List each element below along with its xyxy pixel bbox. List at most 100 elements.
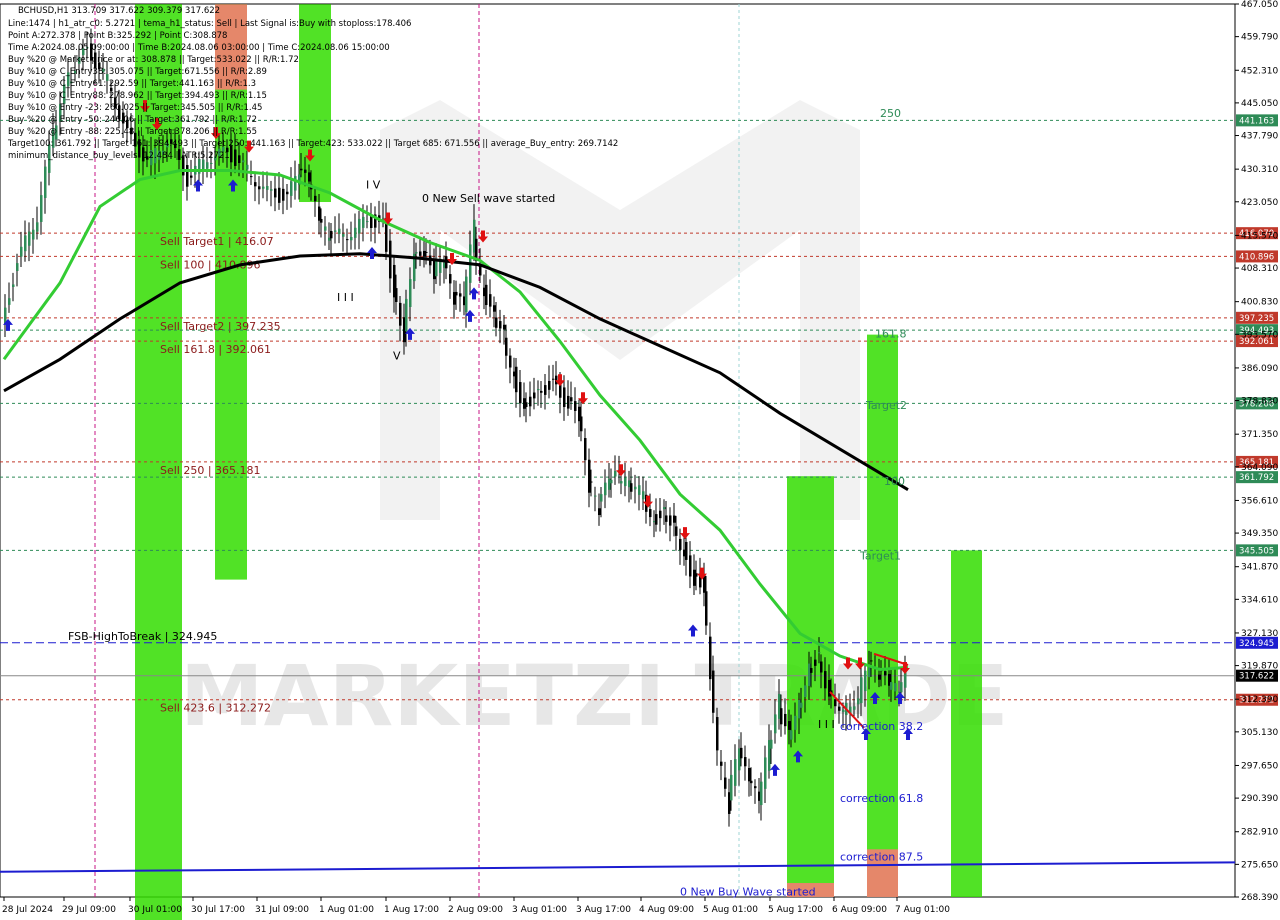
level-badge-text-7: 361.792 [1239,473,1274,483]
candle-body [278,187,281,203]
highlight-band-8 [951,550,982,897]
candle-body [620,481,623,484]
candle-body [857,698,860,705]
candle-body [788,721,791,730]
level-label-2: Sell Target2 | 397.235 [160,320,281,333]
candle-body [709,636,712,680]
annotation-4: Target1 [859,549,901,562]
candle-body [282,188,285,201]
candle-body [800,702,803,708]
annotation-9: 0 New Buy Wave started [680,886,816,899]
info-line-6: Buy %10 @ C_Entry88: 278.962 || Target:3… [8,91,267,101]
x-tick-label-4: 31 Jul 09:00 [255,905,309,915]
candle-body [314,195,317,202]
y-tick-label-2: 452.310 [1241,66,1278,76]
annotation-5: correction 38.2 [840,720,923,733]
candle-body [423,250,426,257]
candle-body [669,515,672,526]
candle-body [838,706,841,711]
x-tick-label-8: 3 Aug 01:00 [512,905,567,915]
info-line-5: Buy %10 @ C_Entry61: 292.59 || Target:44… [8,79,256,89]
candle-body [24,235,27,252]
candle-body [495,317,498,328]
y-tick-label-13: 371.350 [1241,430,1278,440]
candle-body [675,526,678,536]
candle-body [790,730,793,740]
x-tick-label-1: 29 Jul 09:00 [62,905,116,915]
candle-body [594,495,597,497]
x-tick-label-10: 4 Aug 09:00 [639,905,694,915]
candle-body [574,401,577,411]
candle-body [814,659,817,666]
candle-body [28,231,31,246]
candle-body [820,661,823,673]
candle-body [693,569,696,586]
candle-body [614,471,617,477]
candle-body [842,709,845,713]
price-chart[interactable]: MARKETZI TRADESell Target1 | 416.07416.0… [0,0,1280,920]
candle-body [890,682,893,690]
candle-body [324,226,327,231]
candle-body [529,396,532,407]
level-badge-text-12: 441.163 [1239,116,1274,126]
candle-body [705,591,708,626]
info-line-0: Line:1474 | h1_atr_c0: 5.2721 | tema_h1_… [8,19,411,29]
y-tick-label-18: 334.610 [1241,595,1278,605]
candle-body [262,186,265,189]
candle-body [624,477,627,487]
y-tick-label-15: 356.610 [1241,496,1278,506]
level-label-4: Sell 161.8 | 392.061 [160,343,271,356]
candle-body [485,284,488,306]
candle-body [810,668,813,673]
candle-body [254,182,257,187]
candle-body [308,172,311,182]
candle-body [449,274,452,284]
x-tick-label-7: 2 Aug 09:00 [448,905,503,915]
candle-body [419,251,422,256]
y-tick-label-7: 415.570 [1241,231,1278,241]
candle-body [604,482,607,496]
candle-body [878,674,881,680]
annotation-7: correction 87.5 [840,851,923,864]
candle-body [834,699,837,707]
candle-body [659,510,662,519]
chart-root: MARKETZI TRADE Sell Target1 | 416.07 416.0… [0,0,1280,920]
candle-body [655,514,658,525]
level-badge-text-10: 317.622 [1239,672,1274,682]
y-tick-label-11: 386.090 [1241,364,1278,374]
annotation-8: 0 New Sell wave started [422,192,555,205]
candle-body [540,390,543,393]
candle-body [395,288,398,302]
x-tick-label-13: 6 Aug 09:00 [832,905,887,915]
candle-body [600,494,603,502]
candle-body [409,279,412,307]
y-tick-label-21: 312.390 [1241,695,1278,705]
candle-body [290,181,293,196]
y-tick-label-26: 275.650 [1241,860,1278,870]
symbol-line: BCHUSD,H1 313.709 317.622 309.379 317.62… [18,6,220,16]
y-tick-label-10: 393.570 [1241,330,1278,340]
candle-body [630,483,633,492]
candle-body [588,459,591,493]
candle-body [489,294,492,307]
candle-body [544,385,547,395]
candle-body [548,380,551,390]
x-tick-label-5: 1 Aug 01:00 [319,905,374,915]
candle-body [730,774,733,801]
candle-body [342,233,345,237]
candle-body [794,715,797,730]
candle-body [515,366,518,393]
info-line-10: Target100: 361.792 || Target 161: 394.49… [7,139,618,149]
candle-body [40,195,43,222]
candle-body [748,768,751,782]
annotation-12: I I I [337,291,354,304]
candle-body [689,555,692,577]
candle-body [258,186,261,190]
candle-body [537,389,540,391]
info-line-3: Buy %20 @ Market price or at: 308.878 ||… [8,55,299,65]
candle-body [663,507,666,510]
candle-body [44,166,47,198]
candle-body [734,759,737,786]
y-tick-label-17: 341.870 [1241,563,1278,573]
candle-body [286,191,289,195]
